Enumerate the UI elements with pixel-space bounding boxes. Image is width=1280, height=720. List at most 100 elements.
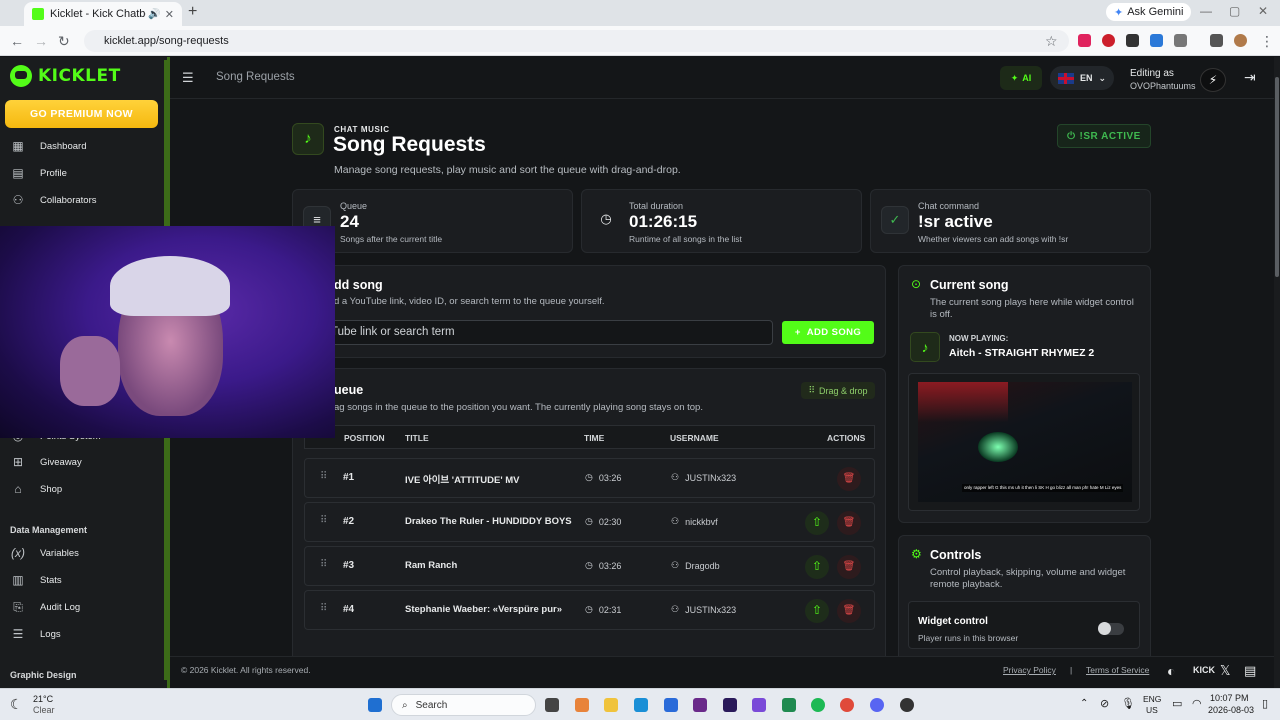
- spotify-icon[interactable]: [811, 698, 825, 712]
- delete-icon[interactable]: 🗑: [837, 599, 861, 623]
- terms-link[interactable]: Terms of Service: [1086, 665, 1149, 675]
- privacy-link[interactable]: Privacy Policy: [1003, 665, 1056, 675]
- logout-icon[interactable]: ⇥: [1244, 69, 1256, 86]
- app-icon[interactable]: [664, 698, 678, 712]
- extension-icon[interactable]: [1078, 34, 1091, 47]
- edge-icon[interactable]: [634, 698, 648, 712]
- menu-toggle-icon[interactable]: ☰: [182, 70, 194, 86]
- input-region[interactable]: US: [1146, 705, 1158, 715]
- drag-drop-badge: ⠿ Drag & drop: [801, 382, 875, 399]
- browser-tab[interactable]: Kicklet - Kick Chatbot, Kick 🔊 ✕: [24, 2, 182, 26]
- widget-control-toggle[interactable]: [1098, 622, 1124, 635]
- kicklet-favicon: [32, 8, 44, 20]
- discord-icon[interactable]: ◐: [1167, 663, 1175, 679]
- notifications-icon[interactable]: ▯: [1262, 697, 1268, 710]
- delete-icon[interactable]: 🗑: [837, 467, 861, 491]
- users-icon: ⚇: [12, 193, 24, 207]
- extension-icon[interactable]: [1102, 34, 1115, 47]
- table-row[interactable]: ⠿ #1 IVE 아이브 'ATTITUDE' MV ◷ 03:26 ⚇ JUSTI…: [304, 458, 875, 498]
- sidebar-item-audit-log[interactable]: ⎘ Audit Log: [10, 597, 80, 617]
- taskbar: ☾ 21°C Clear ⌕ Search ⌃ ⊘ 🎙 ENG US ▭ ◠ 1…: [0, 688, 1280, 720]
- maximize-icon[interactable]: ▢: [1229, 4, 1240, 18]
- obs-icon[interactable]: [900, 698, 914, 712]
- app-icon[interactable]: [782, 698, 796, 712]
- stat-desc: Songs after the current title: [340, 234, 443, 244]
- kicklet-logo[interactable]: KICKLET: [10, 65, 121, 87]
- extension-icon[interactable]: [1150, 34, 1163, 47]
- reload-icon[interactable]: ↻: [58, 33, 70, 50]
- document-icon[interactable]: ▤: [1244, 663, 1256, 679]
- app-icon[interactable]: [693, 698, 707, 712]
- chevron-up-icon[interactable]: ⌃: [1080, 698, 1088, 709]
- table-row[interactable]: ⠿ #2 Drakeo The Ruler - HUNDIDDY BOYS ◷ 0…: [304, 502, 875, 542]
- extension-icon[interactable]: [1126, 34, 1139, 47]
- kick-link[interactable]: KICK: [1193, 665, 1215, 675]
- network-icon[interactable]: ⊘: [1100, 697, 1109, 710]
- back-icon[interactable]: ←: [10, 33, 24, 49]
- sidebar-item-dashboard[interactable]: ▦ Dashboard: [10, 136, 86, 156]
- move-up-icon[interactable]: ⇧: [805, 599, 829, 623]
- go-premium-button[interactable]: GO PREMIUM NOW: [5, 100, 158, 128]
- browser-menu-icon[interactable]: ⋮: [1260, 33, 1274, 50]
- forward-icon[interactable]: →: [34, 33, 48, 49]
- table-row[interactable]: ⠿ #4 Stephanie Waeber: «Verspüre pur» ◷ 0…: [304, 590, 875, 630]
- windows-start-icon[interactable]: [368, 698, 382, 712]
- file-explorer-icon[interactable]: [604, 698, 618, 712]
- app-icon[interactable]: [575, 698, 589, 712]
- table-row[interactable]: ⠿ #3 Ram Ranch ◷ 03:26 ⚇ Dragodb ⇧ 🗑: [304, 546, 875, 586]
- sidebar-item-collaborators[interactable]: ⚇ Collaborators: [10, 190, 97, 210]
- display-icon[interactable]: ▭: [1172, 697, 1182, 710]
- sidebar-item-stats[interactable]: ▥ Stats: [10, 570, 61, 590]
- new-tab-icon[interactable]: +: [188, 3, 197, 21]
- speaker-icon[interactable]: 🔊: [148, 9, 160, 20]
- minimize-icon[interactable]: —: [1200, 4, 1212, 18]
- taskbar-search[interactable]: ⌕ Search: [391, 694, 536, 716]
- chart-icon: ▥: [12, 573, 24, 587]
- drag-handle-icon[interactable]: ⠿: [320, 515, 327, 526]
- sidebar-item-shop[interactable]: ⌂ Shop: [10, 479, 62, 499]
- language-selector[interactable]: EN ⌄: [1050, 66, 1114, 90]
- url-field[interactable]: kicklet.app/song-requests: [84, 30, 1069, 52]
- avatar[interactable]: ⚡: [1200, 68, 1226, 92]
- page-scrollbar[interactable]: [1274, 57, 1280, 688]
- move-up-icon[interactable]: ⇧: [805, 555, 829, 579]
- ai-button[interactable]: ✦ AI: [1000, 66, 1042, 90]
- drag-handle-icon[interactable]: ⠿: [320, 603, 327, 614]
- profile-avatar[interactable]: [1234, 34, 1247, 47]
- sidebar-item-profile[interactable]: ▤ Profile: [10, 163, 67, 183]
- input-lang[interactable]: ENG: [1143, 694, 1161, 704]
- sidebar-item-giveaway[interactable]: ⊞ Giveaway: [10, 452, 82, 472]
- mic-icon[interactable]: 🎙: [1121, 697, 1135, 710]
- clock-date[interactable]: 2026-08-03: [1208, 705, 1254, 715]
- video-player[interactable]: only rapper left G this ms uh it then li…: [918, 382, 1132, 502]
- add-song-button[interactable]: + ADD SONG: [782, 321, 874, 344]
- app-icon[interactable]: [752, 698, 766, 712]
- task-view-icon[interactable]: [545, 698, 559, 712]
- discord-icon[interactable]: [870, 698, 884, 712]
- bookmark-star-icon[interactable]: ☆: [1045, 33, 1058, 50]
- window-close-icon[interactable]: ✕: [1258, 4, 1268, 18]
- wifi-icon[interactable]: ◠: [1192, 697, 1202, 710]
- row-time: ◷ 03:26: [585, 472, 621, 483]
- top-bar: ☰ Song Requests ✦ AI EN ⌄ Editing as OVO…: [170, 57, 1280, 99]
- tab-title: Kicklet - Kick Chatbot, Kick: [50, 8, 146, 20]
- row-user-value: JUSTINx323: [685, 472, 737, 483]
- tab-close-icon[interactable]: ✕: [165, 8, 174, 21]
- drag-drop-label: Drag & drop: [819, 385, 868, 396]
- ask-gemini-button[interactable]: ✦ Ask Gemini: [1106, 3, 1192, 21]
- sidebar-item-variables[interactable]: (x) Variables: [10, 543, 79, 563]
- x-icon[interactable]: 𝕏: [1220, 663, 1230, 679]
- reading-list-icon[interactable]: [1210, 34, 1223, 47]
- chrome-icon[interactable]: [840, 698, 854, 712]
- move-up-icon[interactable]: ⇧: [805, 511, 829, 535]
- delete-icon[interactable]: 🗑: [837, 555, 861, 579]
- extensions-puzzle-icon[interactable]: [1174, 34, 1187, 47]
- clock-time[interactable]: 10:07 PM: [1210, 693, 1249, 703]
- row-time: ◷ 02:30: [585, 516, 621, 527]
- delete-icon[interactable]: 🗑: [837, 511, 861, 535]
- drag-handle-icon[interactable]: ⠿: [320, 471, 327, 482]
- sidebar-item-logs[interactable]: ☰ Logs: [10, 624, 61, 644]
- drag-handle-icon[interactable]: ⠿: [320, 559, 327, 570]
- premiere-icon[interactable]: [723, 698, 737, 712]
- song-search-input[interactable]: Tube link or search term: [320, 320, 773, 345]
